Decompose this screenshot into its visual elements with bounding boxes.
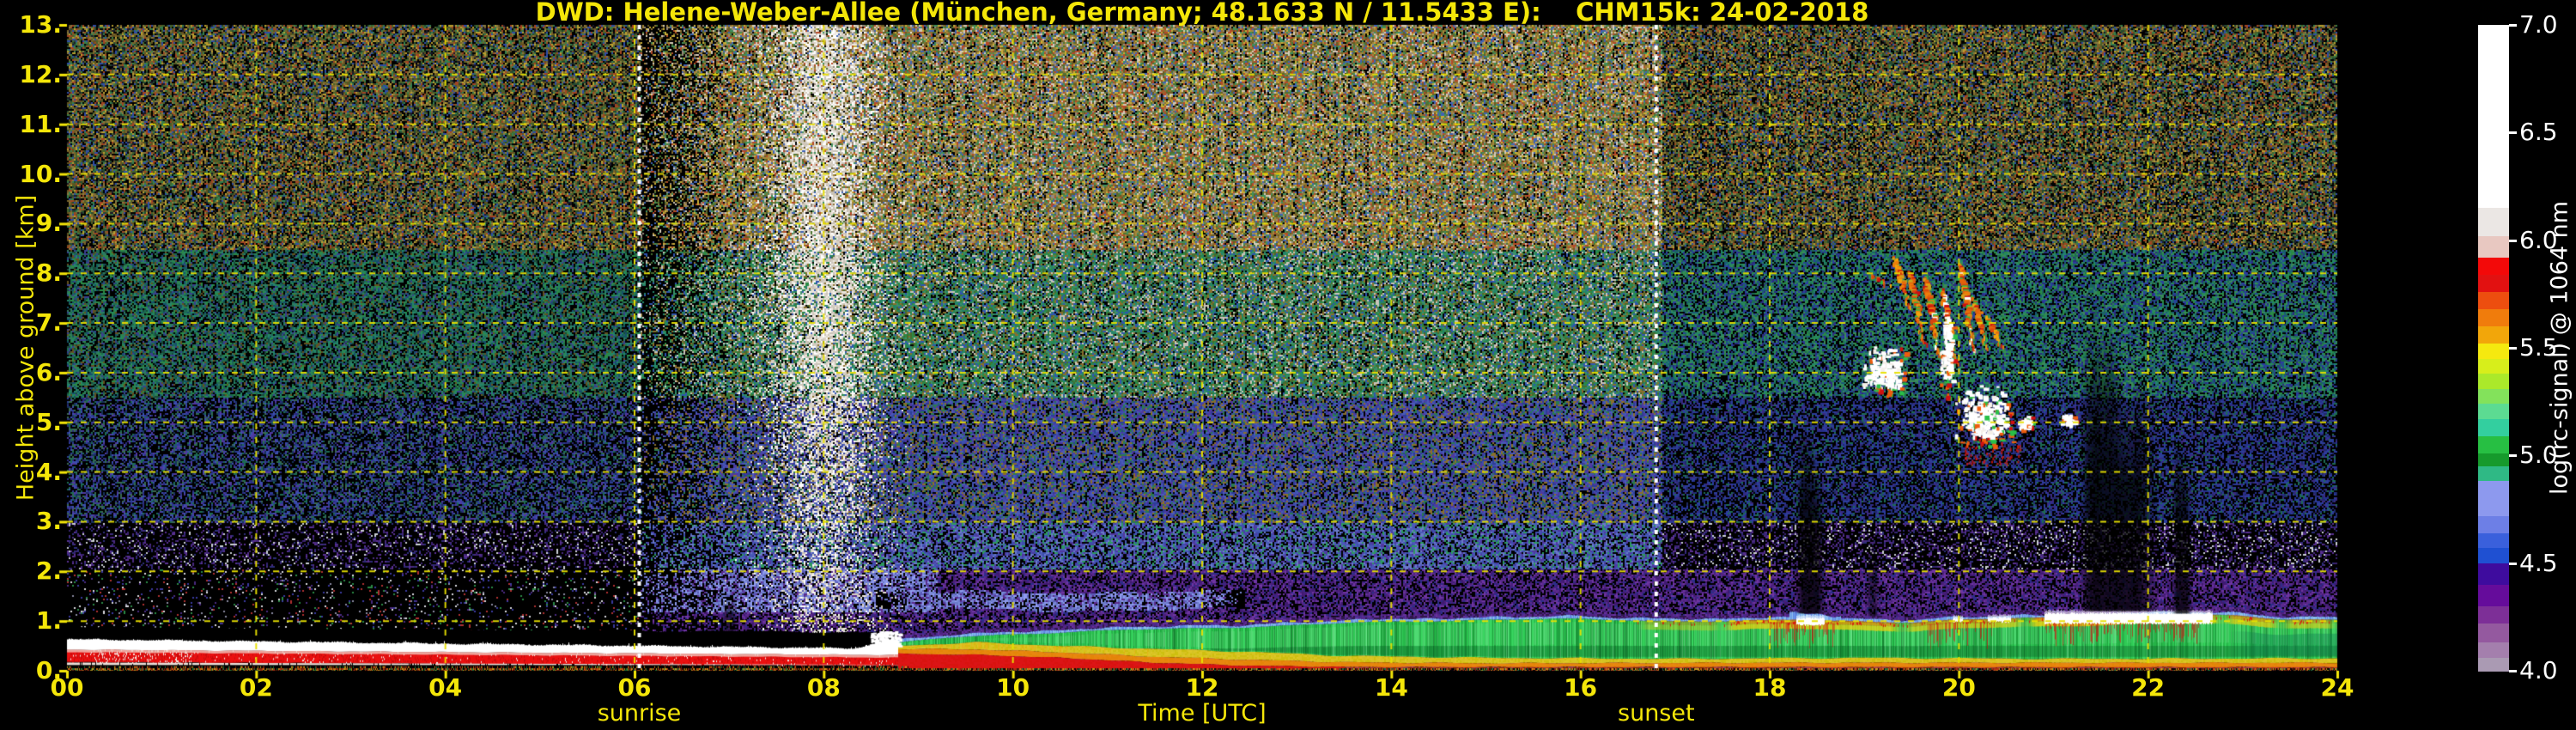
colorbar-segment — [2478, 453, 2509, 467]
colorbar-segment — [2478, 344, 2509, 359]
colorbar-tick-label: 6.0 — [2519, 227, 2558, 254]
ceilometer-quicklook: DWD: Helene-Weber-Allee (München, German… — [0, 0, 2576, 730]
colorbar-segment — [2478, 642, 2509, 658]
x-tick-label: 12 — [1186, 675, 1219, 701]
colorbar-segment — [2478, 208, 2509, 236]
colorbar-segment — [2478, 516, 2509, 534]
y-tick-label: 5. — [0, 409, 62, 436]
sunrise-label: sunrise — [598, 700, 682, 727]
colorbar-segment — [2478, 436, 2509, 454]
colorbar-segment — [2478, 374, 2509, 389]
colorbar-tick-label: 6.5 — [2519, 119, 2558, 146]
colorbar-tick — [2509, 347, 2517, 350]
y-tick-label: 6. — [0, 359, 62, 386]
colorbar-segment — [2478, 548, 2509, 563]
y-tick-label: 7. — [0, 309, 62, 337]
y-tick-label: 8. — [0, 259, 62, 287]
colorbar-tick — [2509, 240, 2517, 242]
x-tick-label: 08 — [807, 675, 841, 701]
colorbar-tick — [2509, 454, 2517, 457]
x-tick-label: 20 — [1942, 675, 1976, 701]
colorbar-tick-label: 7.0 — [2519, 11, 2558, 39]
colorbar-tick — [2509, 563, 2517, 565]
y-tick-label: 12. — [0, 61, 62, 88]
y-axis-title: Height above ground [km] — [13, 195, 39, 501]
x-tick-label: 02 — [240, 675, 273, 701]
colorbar-segment — [2478, 309, 2509, 327]
colorbar-segment — [2478, 606, 2509, 624]
colorbar-tick-label: 5.5 — [2519, 334, 2558, 362]
colorbar-segment — [2478, 585, 2509, 607]
colorbar-segment — [2478, 359, 2509, 374]
x-tick-label: 04 — [428, 675, 462, 701]
colorbar-tick — [2509, 24, 2517, 27]
x-tick-label: 00 — [51, 675, 84, 701]
colorbar-segment — [2478, 563, 2509, 586]
colorbar-tick-label: 4.0 — [2519, 657, 2558, 684]
colorbar-segment — [2478, 275, 2509, 293]
plot-title: DWD: Helene-Weber-Allee (München, German… — [536, 0, 1869, 27]
colorbar-segment — [2478, 658, 2509, 672]
y-tick-label: 3. — [0, 508, 62, 535]
colorbar-segment — [2478, 404, 2509, 419]
y-tick-label: 4. — [0, 459, 62, 486]
colorbar-segment — [2478, 292, 2509, 310]
colorbar-tick-label: 5.0 — [2519, 441, 2558, 469]
y-tick-label: 10. — [0, 161, 62, 188]
colorbar-segment — [2478, 533, 2509, 549]
y-tick-label: 11. — [0, 111, 62, 138]
colorbar-segment — [2478, 466, 2509, 482]
colorbar-segment — [2478, 624, 2509, 643]
colorbar-segment — [2478, 25, 2509, 209]
colorbar-segment — [2478, 326, 2509, 344]
x-tick-label: 14 — [1375, 675, 1408, 701]
y-tick-label: 2. — [0, 557, 62, 585]
sunset-label: sunset — [1618, 700, 1695, 727]
x-tick-label: 18 — [1753, 675, 1787, 701]
y-tick-label: 9. — [0, 210, 62, 237]
colorbar-segment — [2478, 258, 2509, 276]
colorbar-tick-label: 4.5 — [2519, 550, 2558, 577]
colorbar-segment — [2478, 419, 2509, 437]
x-tick-label: 24 — [2321, 675, 2354, 701]
y-tick-label: 1. — [0, 607, 62, 635]
x-axis-title: Time [UTC] — [1138, 700, 1266, 727]
x-tick-label: 22 — [2131, 675, 2165, 701]
heatmap-canvas — [0, 0, 2576, 730]
colorbar-tick — [2509, 670, 2517, 672]
x-tick-label: 16 — [1564, 675, 1597, 701]
y-tick-label: 13. — [0, 11, 62, 39]
x-tick-label: 06 — [618, 675, 652, 701]
x-tick-label: 10 — [996, 675, 1030, 701]
colorbar-segment — [2478, 481, 2509, 516]
colorbar-segment — [2478, 236, 2509, 259]
colorbar-tick — [2509, 131, 2517, 134]
colorbar-segment — [2478, 389, 2509, 405]
